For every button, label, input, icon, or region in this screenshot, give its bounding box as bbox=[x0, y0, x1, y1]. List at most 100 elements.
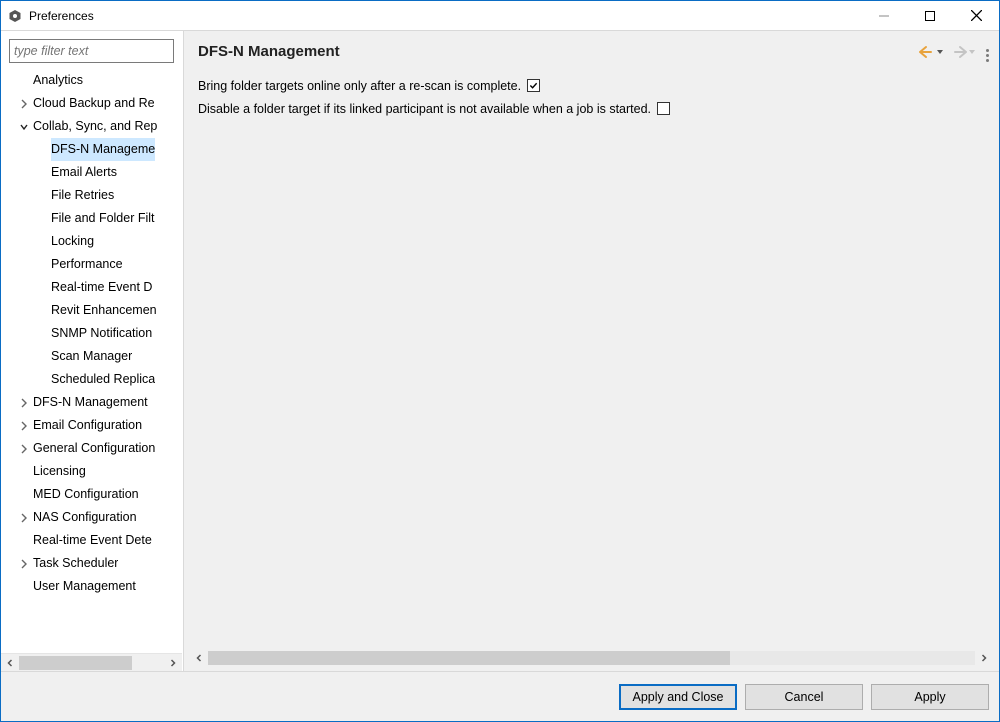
dropdown-icon[interactable] bbox=[936, 45, 944, 59]
tree-item[interactable]: MED Configuration bbox=[1, 483, 182, 506]
expand-icon[interactable] bbox=[17, 511, 31, 525]
tree-item[interactable]: DFS-N Management bbox=[1, 391, 182, 414]
tree-item-label: MED Configuration bbox=[33, 483, 139, 506]
scroll-left-icon[interactable] bbox=[190, 649, 208, 667]
nav-horizontal-scrollbar[interactable] bbox=[1, 653, 182, 671]
tree-item-label: Real-time Event D bbox=[51, 276, 152, 299]
twisty-placeholder bbox=[35, 327, 49, 341]
tree-item-label: Revit Enhancemen bbox=[51, 299, 157, 322]
tree-item[interactable]: DFS-N Manageme bbox=[1, 138, 182, 161]
tree-item[interactable]: NAS Configuration bbox=[1, 506, 182, 529]
twisty-placeholder bbox=[35, 189, 49, 203]
tree-item[interactable]: Revit Enhancemen bbox=[1, 299, 182, 322]
tree-item-label: NAS Configuration bbox=[33, 506, 137, 529]
content-horizontal-scrollbar[interactable] bbox=[190, 649, 993, 667]
maximize-button[interactable] bbox=[907, 1, 953, 31]
app-icon bbox=[1, 9, 29, 23]
twisty-placeholder bbox=[35, 281, 49, 295]
tree-item[interactable]: Scheduled Replica bbox=[1, 368, 182, 391]
tree-item[interactable]: Real-time Event Dete bbox=[1, 529, 182, 552]
expand-icon[interactable] bbox=[17, 419, 31, 433]
apply-button[interactable]: Apply bbox=[871, 684, 989, 710]
tree-item[interactable]: Performance bbox=[1, 253, 182, 276]
apply-and-close-button[interactable]: Apply and Close bbox=[619, 684, 737, 710]
nav-sidebar: AnalyticsCloud Backup and ReCollab, Sync… bbox=[1, 31, 183, 671]
tree-item-label: Email Alerts bbox=[51, 161, 117, 184]
collapse-icon[interactable] bbox=[17, 120, 31, 134]
tree-item-label: DFS-N Management bbox=[33, 391, 148, 414]
window-title: Preferences bbox=[29, 9, 94, 23]
tree-item-label: Cloud Backup and Re bbox=[33, 92, 155, 115]
twisty-placeholder bbox=[35, 235, 49, 249]
tree-item[interactable]: Real-time Event D bbox=[1, 276, 182, 299]
tree-item[interactable]: Scan Manager bbox=[1, 345, 182, 368]
twisty-placeholder bbox=[17, 465, 31, 479]
form-area: Bring folder targets online only after a… bbox=[184, 70, 999, 649]
history-back-button[interactable] bbox=[918, 45, 944, 59]
tree-item[interactable]: Collab, Sync, and Rep bbox=[1, 115, 182, 138]
expand-icon[interactable] bbox=[17, 442, 31, 456]
tree-item[interactable]: Licensing bbox=[1, 460, 182, 483]
dropdown-icon bbox=[968, 45, 976, 59]
preferences-window: Preferences AnalyticsCloud Backup and Re… bbox=[0, 0, 1000, 722]
option-checkbox[interactable] bbox=[657, 102, 670, 115]
scroll-right-icon[interactable] bbox=[975, 649, 993, 667]
twisty-placeholder bbox=[35, 304, 49, 318]
tree-item-label: Scan Manager bbox=[51, 345, 132, 368]
tree-item[interactable]: File Retries bbox=[1, 184, 182, 207]
twisty-placeholder bbox=[35, 350, 49, 364]
scroll-left-icon[interactable] bbox=[1, 654, 19, 672]
tree-item-label: Collab, Sync, and Rep bbox=[33, 115, 157, 138]
tree-item[interactable]: File and Folder Filt bbox=[1, 207, 182, 230]
close-button[interactable] bbox=[953, 1, 999, 31]
tree-item[interactable]: Locking bbox=[1, 230, 182, 253]
history-forward-button[interactable] bbox=[950, 45, 976, 59]
option-row: Disable a folder target if its linked pa… bbox=[198, 97, 985, 120]
twisty-placeholder bbox=[35, 143, 49, 157]
preferences-tree[interactable]: AnalyticsCloud Backup and ReCollab, Sync… bbox=[1, 67, 182, 653]
tree-item[interactable]: Email Alerts bbox=[1, 161, 182, 184]
option-checkbox[interactable] bbox=[527, 79, 540, 92]
tree-item[interactable]: Cloud Backup and Re bbox=[1, 92, 182, 115]
tree-item[interactable]: Task Scheduler bbox=[1, 552, 182, 575]
tree-item-label: Real-time Event Dete bbox=[33, 529, 152, 552]
twisty-placeholder bbox=[35, 212, 49, 226]
button-bar: Apply and Close Cancel Apply bbox=[1, 671, 999, 721]
expand-icon[interactable] bbox=[17, 97, 31, 111]
view-menu-button[interactable] bbox=[986, 41, 989, 62]
option-row: Bring folder targets online only after a… bbox=[198, 74, 985, 97]
tree-item[interactable]: SNMP Notification bbox=[1, 322, 182, 345]
tree-item[interactable]: Analytics bbox=[1, 69, 182, 92]
titlebar: Preferences bbox=[1, 1, 999, 31]
tree-item-label: File Retries bbox=[51, 184, 114, 207]
twisty-placeholder bbox=[17, 580, 31, 594]
tree-item[interactable]: General Configuration bbox=[1, 437, 182, 460]
minimize-button[interactable] bbox=[861, 1, 907, 31]
tree-item[interactable]: User Management bbox=[1, 575, 182, 598]
tree-item-label: File and Folder Filt bbox=[51, 207, 155, 230]
option-label: Bring folder targets online only after a… bbox=[198, 79, 521, 93]
tree-item-label: Performance bbox=[51, 253, 123, 276]
twisty-placeholder bbox=[35, 373, 49, 387]
tree-item[interactable]: Email Configuration bbox=[1, 414, 182, 437]
tree-item-label: Locking bbox=[51, 230, 94, 253]
twisty-placeholder bbox=[35, 258, 49, 272]
tree-item-label: General Configuration bbox=[33, 437, 155, 460]
expand-icon[interactable] bbox=[17, 557, 31, 571]
twisty-placeholder bbox=[17, 534, 31, 548]
tree-item-label: Task Scheduler bbox=[33, 552, 118, 575]
tree-item-label: Email Configuration bbox=[33, 414, 142, 437]
tree-item-label: DFS-N Manageme bbox=[51, 138, 155, 161]
option-label: Disable a folder target if its linked pa… bbox=[198, 102, 651, 116]
content-pane: DFS-N Management Bring folder targets on… bbox=[183, 31, 999, 671]
scroll-right-icon[interactable] bbox=[164, 654, 182, 672]
twisty-placeholder bbox=[35, 166, 49, 180]
filter-input[interactable] bbox=[9, 39, 174, 63]
tree-item-label: Licensing bbox=[33, 460, 86, 483]
tree-item-label: SNMP Notification bbox=[51, 322, 152, 345]
tree-item-label: Analytics bbox=[33, 69, 83, 92]
twisty-placeholder bbox=[17, 74, 31, 88]
cancel-button[interactable]: Cancel bbox=[745, 684, 863, 710]
tree-item-label: Scheduled Replica bbox=[51, 368, 155, 391]
expand-icon[interactable] bbox=[17, 396, 31, 410]
